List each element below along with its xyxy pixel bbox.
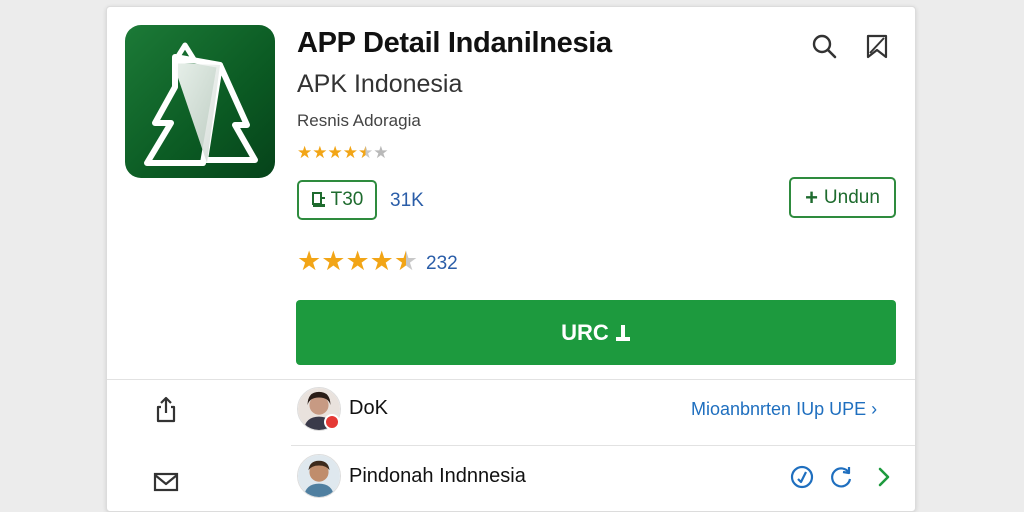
star-half-icon: ★ (393, 246, 419, 276)
install-button-label: URC (561, 319, 609, 345)
star-icon: ★ (297, 246, 322, 276)
app-detail-card: APP Detail Indanilnesia APK Indonesia Re… (106, 6, 916, 512)
star-icon: ★ (321, 246, 346, 276)
download-icon (615, 324, 630, 341)
share-icon[interactable] (148, 391, 184, 427)
star-half-icon: ★ (358, 143, 374, 162)
star-empty-icon: ★ (373, 143, 389, 162)
divider (107, 379, 915, 380)
star-icon: ★ (297, 143, 313, 162)
size-chip-label: T30 (330, 189, 364, 210)
review-count[interactable]: 232 (426, 253, 458, 275)
undun-button[interactable]: + Undun (789, 177, 896, 218)
row-link[interactable]: Mioanbnrten IUp UPE › (691, 399, 877, 420)
bookmark-icon[interactable] (862, 31, 892, 61)
app-subtitle: APK Indonesia (297, 70, 463, 98)
size-count: 31K (390, 190, 424, 211)
star-icon: ★ (312, 143, 328, 162)
row-link-label: Mioanbnrten IUp UPE (691, 399, 867, 419)
undun-button-label: Undun (823, 186, 880, 208)
chevron-right-icon[interactable] (870, 463, 898, 491)
app-developer[interactable]: Resnis Adoragia (297, 111, 421, 131)
refresh-icon[interactable] (827, 463, 855, 491)
star-icon: ★ (342, 143, 358, 162)
avatar[interactable] (297, 454, 341, 498)
mail-icon[interactable] (148, 464, 184, 500)
plus-icon: + (805, 184, 818, 210)
row-name: Pindonah Indnnesia (349, 465, 526, 487)
star-icon: ★ (327, 143, 343, 162)
chevron-right-icon: › (871, 399, 878, 419)
divider (291, 445, 915, 446)
app-title: APP Detail Indanilnesia (297, 27, 612, 59)
star-icon: ★ (345, 246, 370, 276)
download-file-icon (311, 192, 325, 207)
avatar-badge (324, 414, 340, 430)
rating-stars-small: ★ ★ ★ ★ ★ ★ (297, 144, 389, 162)
search-icon[interactable] (809, 31, 839, 61)
check-circle-icon[interactable] (788, 463, 816, 491)
install-button[interactable]: URC (296, 300, 896, 365)
star-icon: ★ (369, 246, 394, 276)
row-name: DoK (349, 397, 388, 419)
app-logo-icon[interactable] (125, 25, 275, 178)
rating-stars-big: ★ ★ ★ ★ ★ (297, 247, 418, 275)
size-chip[interactable]: T30 (297, 180, 377, 220)
